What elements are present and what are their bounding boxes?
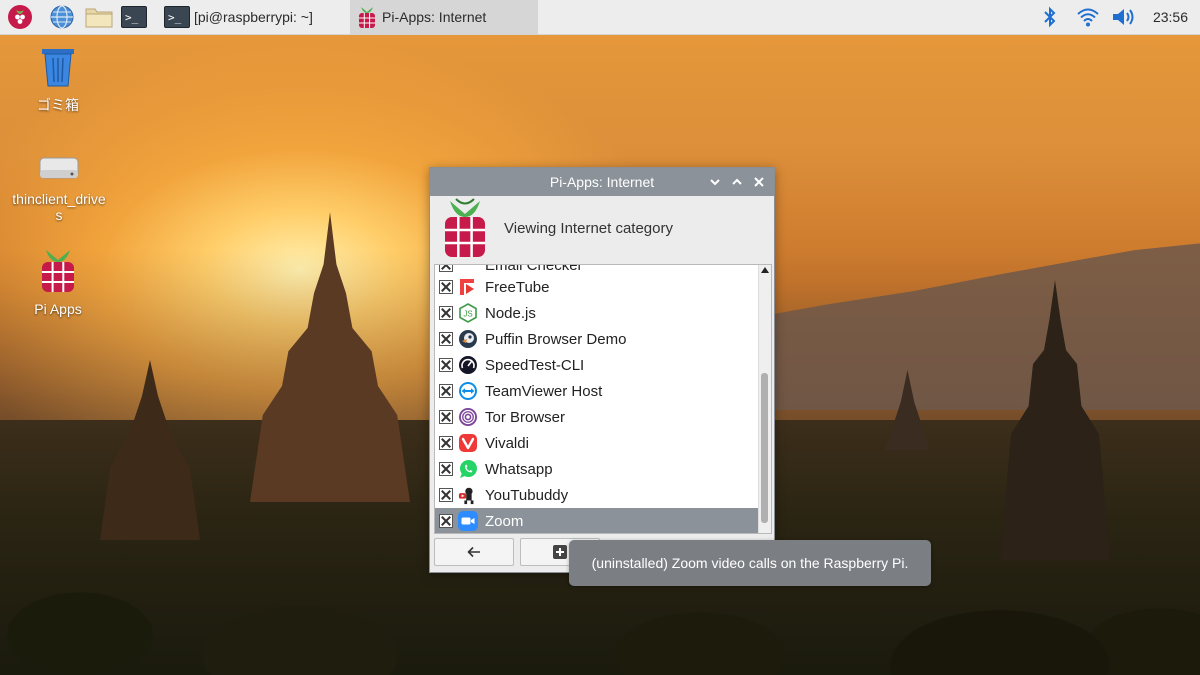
window-title: Pi-Apps: Internet	[549, 174, 655, 190]
status-uninstalled-icon	[439, 384, 453, 398]
raspberry-icon	[356, 5, 378, 29]
app-name: Whatsapp	[485, 460, 553, 478]
close-button[interactable]	[750, 173, 768, 191]
file-manager-icon[interactable]	[84, 3, 114, 31]
tooltip: (uninstalled) Zoom video calls on the Ra…	[569, 540, 931, 586]
raspberry-menu-icon[interactable]	[6, 3, 34, 31]
zoom-icon	[458, 511, 478, 531]
category-header-text: Viewing Internet category	[504, 220, 673, 237]
status-uninstalled-icon	[439, 488, 453, 502]
desktop-icon-label: thinclient_drives	[12, 191, 106, 223]
list-item-selected[interactable]: Zoom	[435, 508, 759, 533]
back-button[interactable]	[434, 538, 514, 566]
list-item[interactable]: Vivaldi	[435, 430, 759, 456]
app-name: Vivaldi	[485, 434, 529, 452]
speedtest-icon	[458, 355, 478, 375]
svg-text:JS: JS	[463, 310, 472, 319]
terminal-icon: >_	[164, 6, 190, 28]
drive-icon	[10, 150, 108, 187]
status-uninstalled-icon	[439, 358, 453, 372]
status-uninstalled-icon	[439, 436, 453, 450]
tooltip-text: (uninstalled) Zoom video calls on the Ra…	[591, 555, 909, 571]
clock[interactable]: 23:56	[1153, 0, 1188, 34]
vivaldi-icon	[458, 433, 478, 453]
list-item[interactable]: Whatsapp	[435, 456, 759, 482]
app-name: YouTubuddy	[485, 486, 569, 504]
arrow-left-icon	[467, 546, 480, 558]
category-header: Viewing Internet category	[430, 196, 774, 262]
status-uninstalled-icon	[439, 410, 453, 424]
wifi-icon[interactable]	[1076, 0, 1100, 34]
list-item[interactable]: TeamViewer Host	[435, 378, 759, 404]
task-label: [pi@raspberrypi: ~]	[194, 9, 313, 25]
list-item[interactable]: YouTubuddy	[435, 482, 759, 508]
scroll-thumb[interactable]	[761, 373, 768, 523]
task-label: Pi-Apps: Internet	[382, 9, 487, 25]
app-name: Puffin Browser Demo	[485, 330, 627, 348]
plus-box-icon	[553, 545, 567, 559]
nodejs-icon: JS	[458, 303, 478, 323]
minimize-button[interactable]	[706, 173, 724, 191]
app-name: Node.js	[485, 304, 536, 322]
web-browser-icon[interactable]	[48, 3, 76, 31]
tor-icon	[458, 407, 478, 427]
list-scrollbar[interactable]	[758, 265, 771, 533]
status-uninstalled-icon	[439, 306, 453, 320]
list-item[interactable]: SpeedTest-CLI	[435, 352, 759, 378]
bluetooth-icon[interactable]	[1040, 0, 1060, 34]
maximize-button[interactable]	[728, 173, 746, 191]
volume-icon[interactable]	[1110, 0, 1138, 34]
status-uninstalled-icon	[439, 332, 453, 346]
list-item[interactable]: Tor Browser	[435, 404, 759, 430]
app-name: Email Checker	[485, 264, 583, 274]
app-name: TeamViewer Host	[485, 382, 603, 400]
list-item[interactable]: FreeTube	[435, 274, 759, 300]
freetube-icon	[458, 277, 478, 297]
app-name: Zoom	[485, 512, 524, 530]
status-uninstalled-icon	[439, 462, 453, 476]
youtubuddy-icon	[458, 485, 478, 505]
puffin-icon	[458, 329, 478, 349]
teamviewer-icon	[458, 381, 478, 401]
list-item[interactable]: JS Node.js	[435, 300, 759, 326]
window-titlebar[interactable]: Pi-Apps: Internet	[430, 168, 774, 196]
app-name: Tor Browser	[485, 408, 566, 426]
desktop-icon-label: ゴミ箱	[37, 97, 79, 113]
status-uninstalled-icon	[439, 280, 453, 294]
task-terminal[interactable]: >_ [pi@raspberrypi: ~]	[160, 0, 348, 34]
status-uninstalled-icon	[439, 514, 453, 528]
desktop-icon-thinclient-drives[interactable]: thinclient_drives	[10, 150, 108, 223]
raspberry-icon	[10, 248, 106, 297]
status-uninstalled-icon	[439, 265, 453, 272]
desktop-icon-label: Pi Apps	[34, 301, 82, 317]
app-list[interactable]: Email Checker FreeTube JS Node.js Puffin…	[434, 264, 772, 534]
desktop-icon-pi-apps[interactable]: Pi Apps	[10, 248, 106, 317]
whatsapp-icon	[458, 459, 478, 479]
terminal-launcher-icon[interactable]: >_	[120, 3, 148, 31]
trash-icon	[10, 46, 106, 91]
list-item[interactable]: Puffin Browser Demo	[435, 326, 759, 352]
pi-apps-window: Pi-Apps: Internet Viewing Internet categ…	[429, 167, 775, 573]
task-pi-apps[interactable]: Pi-Apps: Internet	[350, 0, 538, 34]
pi-apps-logo-icon	[440, 198, 490, 265]
app-name: SpeedTest-CLI	[485, 356, 585, 374]
scroll-up-arrow-icon[interactable]	[761, 267, 769, 273]
app-name: FreeTube	[485, 278, 550, 296]
desktop-icon-trash[interactable]: ゴミ箱	[10, 46, 106, 115]
taskbar: >_ >_ [pi@raspberrypi: ~] Pi-Apps: Inter…	[0, 0, 1200, 35]
